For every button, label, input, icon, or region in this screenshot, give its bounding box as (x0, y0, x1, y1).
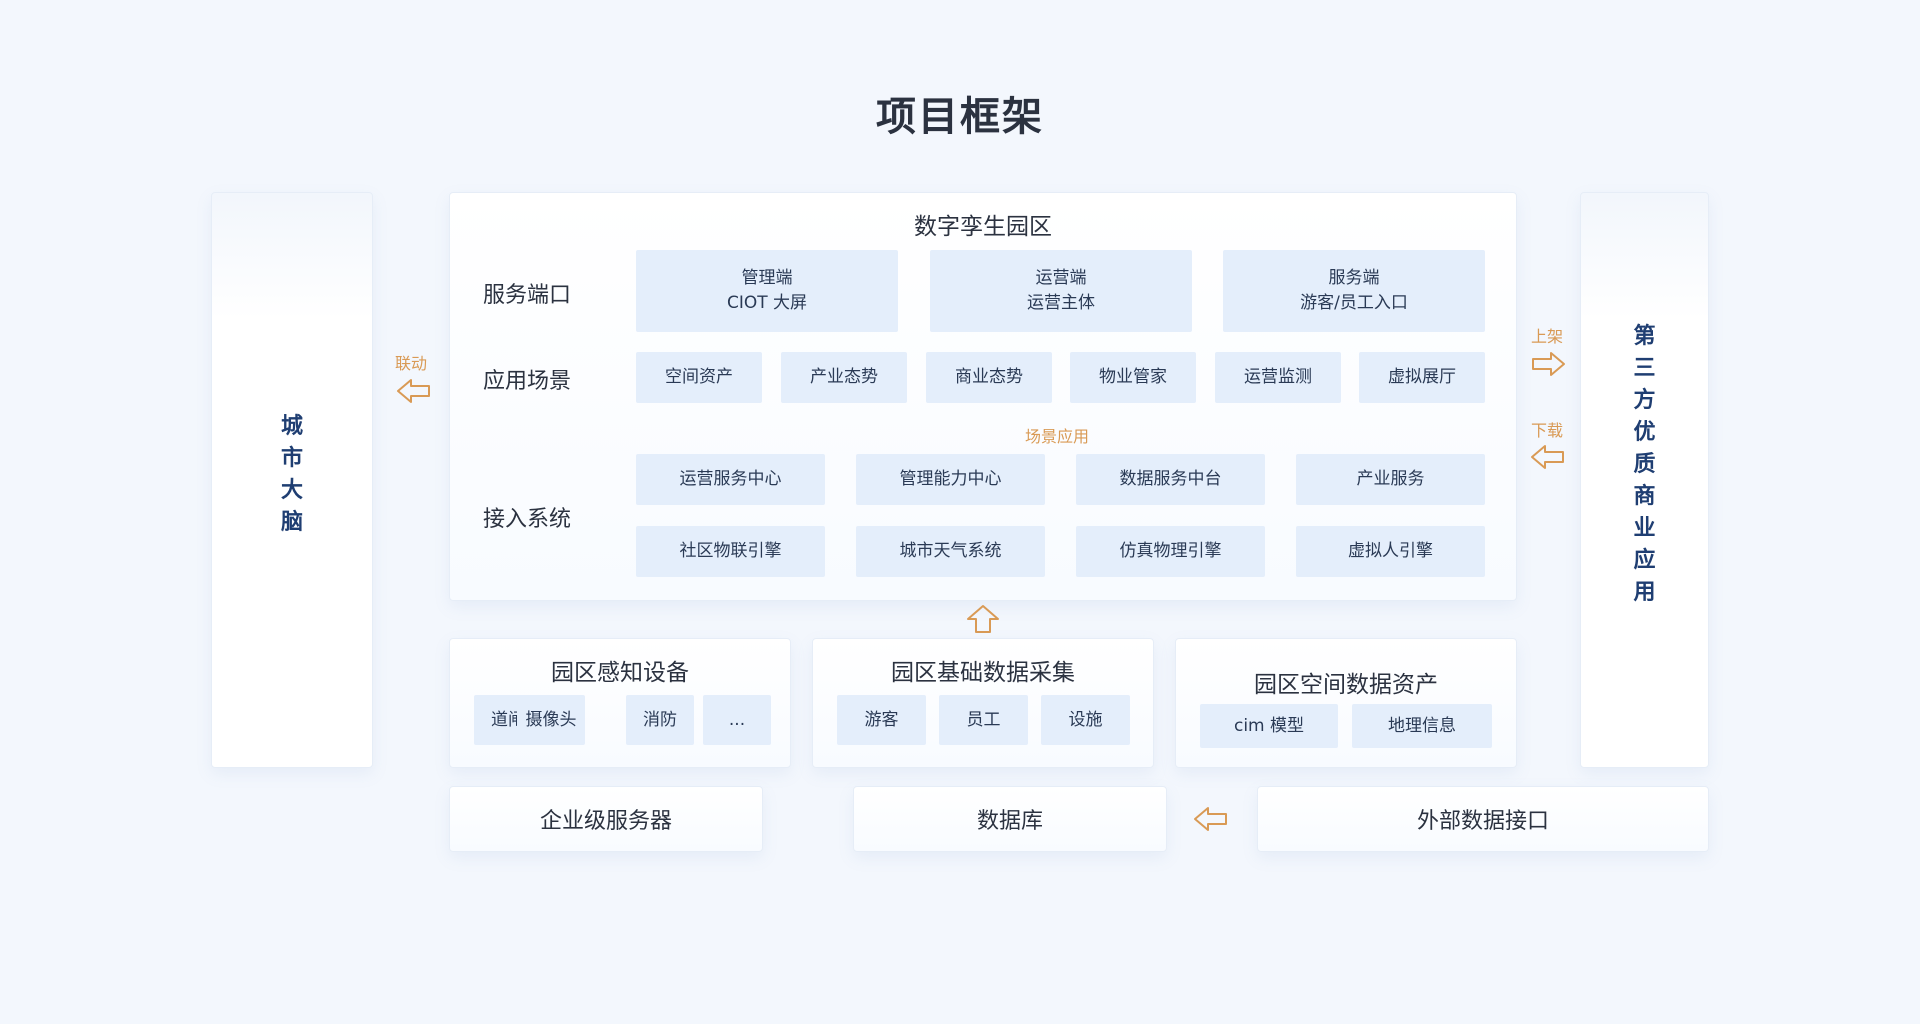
collection-item[interactable]: 员工 (939, 695, 1028, 745)
scene-item[interactable]: 运营监测 (1215, 352, 1341, 403)
access-item[interactable]: 产业服务 (1296, 454, 1485, 505)
service-ports-label: 服务端口 (483, 283, 572, 308)
arrow-left-icon (397, 379, 430, 403)
scene-item[interactable]: 空间资产 (636, 352, 762, 403)
service-port-admin[interactable]: 管理端 CIOT 大屏 (636, 250, 898, 332)
spatial-data-panel[interactable]: 园区空间数据资产 cim 模型 地理信息 (1175, 638, 1517, 768)
access-item[interactable]: 虚拟人引擎 (1296, 526, 1485, 577)
scene-app-label: 场景应用 (1025, 427, 1090, 446)
service-port-service[interactable]: 服务端 游客/员工入口 (1223, 250, 1485, 332)
scene-item[interactable]: 产业态势 (781, 352, 907, 403)
city-brain-text: 城 市 大 脑 (280, 414, 303, 535)
link-label: 联动 (395, 354, 428, 373)
access-item[interactable]: 社区物联引擎 (636, 526, 825, 577)
sensing-title: 园区感知设备 (551, 660, 689, 686)
data-collection-panel[interactable]: 园区基础数据采集 游客 员工 设施 (812, 638, 1154, 768)
city-brain-panel[interactable]: 城 市 大 脑 (211, 192, 373, 768)
external-data-interface-panel[interactable]: 外部数据接口 (1257, 786, 1709, 852)
page-title: 项目框架 (876, 94, 1044, 140)
access-item[interactable]: 运营服务中心 (636, 454, 825, 505)
collection-item[interactable]: 设施 (1041, 695, 1130, 745)
spatial-item[interactable]: 地理信息 (1352, 704, 1492, 748)
access-label: 接入系统 (483, 507, 572, 532)
collection-title: 园区基础数据采集 (891, 660, 1075, 686)
scene-item[interactable]: 商业态势 (926, 352, 1052, 403)
arrow-left-icon (1531, 445, 1564, 469)
digital-twin-panel[interactable]: 数字孪生园区 服务端口 管理端 CIOT 大屏 运营端 运营主体 服务端 游客/… (449, 192, 1517, 601)
scene-item[interactable]: 物业管家 (1070, 352, 1196, 403)
access-item[interactable]: 数据服务中台 (1076, 454, 1265, 505)
service-port-operations[interactable]: 运营端 运营主体 (930, 250, 1192, 332)
enterprise-server-panel[interactable]: 企业级服务器 (449, 786, 763, 852)
arrow-left-icon (1194, 807, 1227, 831)
collection-item[interactable]: 游客 (837, 695, 926, 745)
sensing-item[interactable]: ... (703, 695, 771, 745)
arrow-right-icon (1532, 352, 1565, 376)
digital-twin-title: 数字孪生园区 (914, 214, 1052, 240)
download-label: 下载 (1531, 421, 1564, 440)
database-panel[interactable]: 数据库 (853, 786, 1167, 852)
arrow-up-icon (967, 605, 999, 633)
sensing-devices-panel[interactable]: 园区感知设备 道闸 摄像头 消防 ... (449, 638, 791, 768)
third-party-apps-text: 第 三 方 优 质 商 业 应 用 (1633, 324, 1656, 605)
sensing-item[interactable]: 摄像头 (517, 695, 585, 745)
access-item[interactable]: 仿真物理引擎 (1076, 526, 1265, 577)
access-item[interactable]: 管理能力中心 (856, 454, 1045, 505)
spatial-title: 园区空间数据资产 (1254, 672, 1438, 698)
list-label: 上架 (1531, 327, 1564, 346)
spatial-item[interactable]: cim 模型 (1200, 704, 1338, 748)
sensing-item[interactable]: 消防 (626, 695, 694, 745)
access-item[interactable]: 城市天气系统 (856, 526, 1045, 577)
scenes-label: 应用场景 (483, 369, 572, 394)
scene-item[interactable]: 虚拟展厅 (1359, 352, 1485, 403)
third-party-apps-panel[interactable]: 第 三 方 优 质 商 业 应 用 (1580, 192, 1709, 768)
